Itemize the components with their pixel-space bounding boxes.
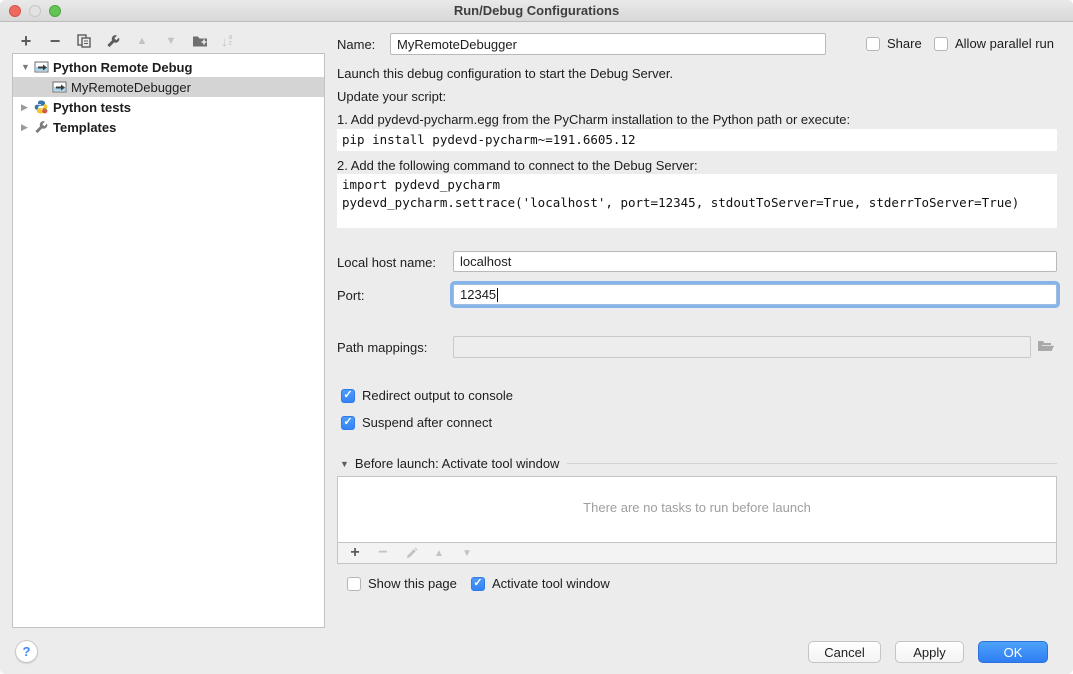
edit-task-icon (403, 545, 419, 561)
move-task-up-icon: ▲ (431, 545, 447, 561)
tree-item-templates[interactable]: ▶ Templates (13, 117, 324, 137)
remote-debug-icon (51, 80, 67, 94)
before-launch-title: Before launch: Activate tool window (355, 456, 560, 471)
name-input[interactable]: MyRemoteDebugger (390, 33, 826, 55)
add-configuration-icon[interactable]: + (18, 33, 34, 49)
instruction-line-2: Update your script: (337, 89, 446, 104)
remove-configuration-icon[interactable]: − (47, 33, 63, 49)
name-value: MyRemoteDebugger (397, 37, 517, 52)
redirect-output-row: Redirect output to console (341, 388, 513, 403)
before-launch-task-list[interactable]: There are no tasks to run before launch (337, 476, 1057, 543)
before-launch-header[interactable]: ▼ Before launch: Activate tool window (340, 456, 1057, 471)
tree-item-myremotedebugger[interactable]: MyRemoteDebugger (13, 77, 324, 97)
suspend-after-connect-label: Suspend after connect (362, 415, 492, 430)
configurations-toolbar: + − ▲ ▼ ↓ az (18, 30, 232, 52)
settrace-code[interactable]: import pydevd_pycharm pydevd_pycharm.set… (337, 174, 1057, 228)
edit-templates-icon[interactable] (105, 33, 121, 49)
wrench-icon (33, 120, 49, 134)
suspend-after-connect-checkbox[interactable] (341, 416, 355, 430)
port-value: 12345 (460, 287, 496, 302)
tree-item-label: Python Remote Debug (53, 60, 192, 75)
share-checkbox-row: Share (866, 36, 922, 51)
path-mappings-label: Path mappings: (337, 340, 427, 355)
move-up-icon: ▲ (134, 33, 150, 49)
window-title: Run/Debug Configurations (0, 3, 1073, 18)
instruction-step-1: 1. Add pydevd-pycharm.egg from the PyCha… (337, 112, 850, 127)
copy-configuration-icon[interactable] (76, 33, 92, 49)
chevron-right-icon[interactable]: ▶ (21, 102, 31, 113)
port-input[interactable]: 12345 (453, 284, 1057, 305)
tree-item-label: Python tests (53, 100, 131, 115)
move-task-down-icon: ▼ (459, 545, 475, 561)
apply-button[interactable]: Apply (895, 641, 964, 663)
settrace-code-line-1: import pydevd_pycharm (342, 177, 500, 192)
no-tasks-message: There are no tasks to run before launch (338, 500, 1056, 515)
local-host-name-input[interactable]: localhost (453, 251, 1057, 272)
move-down-icon: ▼ (163, 33, 179, 49)
redirect-output-checkbox[interactable] (341, 389, 355, 403)
instruction-step-2: 2. Add the following command to connect … (337, 158, 698, 173)
tree-item-label: MyRemoteDebugger (71, 80, 191, 95)
port-label: Port: (337, 288, 364, 303)
activate-tool-window-checkbox[interactable] (471, 577, 485, 591)
open-folder-icon[interactable] (1037, 339, 1055, 356)
create-new-folder-icon[interactable] (192, 33, 208, 49)
python-tests-icon (33, 100, 49, 114)
titlebar: Run/Debug Configurations (0, 0, 1073, 22)
add-task-icon[interactable]: + (347, 545, 363, 561)
show-this-page-row: Show this page (347, 576, 457, 591)
task-list-toolbar: + − ▲ ▼ (337, 543, 1057, 564)
tree-item-python-tests[interactable]: ▶ Python tests (13, 97, 324, 117)
share-checkbox[interactable] (866, 37, 880, 51)
instruction-line-1: Launch this debug configuration to start… (337, 66, 673, 81)
configurations-tree: ▼ Python Remote Debug MyRemoteDebugger ▶ (12, 53, 325, 628)
help-button[interactable]: ? (15, 640, 38, 663)
show-this-page-label: Show this page (368, 576, 457, 591)
remove-task-icon: − (375, 545, 391, 561)
name-label: Name: (337, 37, 375, 52)
share-label: Share (887, 36, 922, 51)
cancel-button[interactable]: Cancel (808, 641, 881, 663)
suspend-after-connect-row: Suspend after connect (341, 415, 492, 430)
pip-install-code[interactable]: pip install pydevd-pycharm~=191.6605.12 (337, 129, 1057, 151)
tree-item-label: Templates (53, 120, 116, 135)
allow-parallel-run-checkbox[interactable] (934, 37, 948, 51)
redirect-output-label: Redirect output to console (362, 388, 513, 403)
local-host-name-label: Local host name: (337, 255, 436, 270)
section-divider (567, 463, 1057, 464)
path-mappings-input[interactable] (453, 336, 1031, 358)
ok-button[interactable]: OK (978, 641, 1048, 663)
settrace-code-line-2: pydevd_pycharm.settrace('localhost', por… (342, 195, 1019, 210)
allow-parallel-run-label: Allow parallel run (955, 36, 1054, 51)
remote-debug-icon (33, 60, 49, 74)
text-cursor (497, 288, 498, 302)
allow-parallel-checkbox-row: Allow parallel run (934, 36, 1054, 51)
chevron-down-icon[interactable]: ▼ (21, 62, 31, 72)
activate-tool-window-label: Activate tool window (492, 576, 610, 591)
chevron-right-icon[interactable]: ▶ (21, 122, 31, 133)
show-this-page-checkbox[interactable] (347, 577, 361, 591)
tree-item-python-remote-debug[interactable]: ▼ Python Remote Debug (13, 57, 324, 77)
sort-alphabetically-icon: ↓ az (221, 34, 232, 49)
run-debug-configurations-dialog: Run/Debug Configurations + − ▲ ▼ ↓ az ▼ … (0, 0, 1073, 674)
activate-tool-window-row: Activate tool window (471, 576, 610, 591)
chevron-down-icon[interactable]: ▼ (340, 459, 349, 469)
local-host-name-value: localhost (460, 254, 511, 269)
